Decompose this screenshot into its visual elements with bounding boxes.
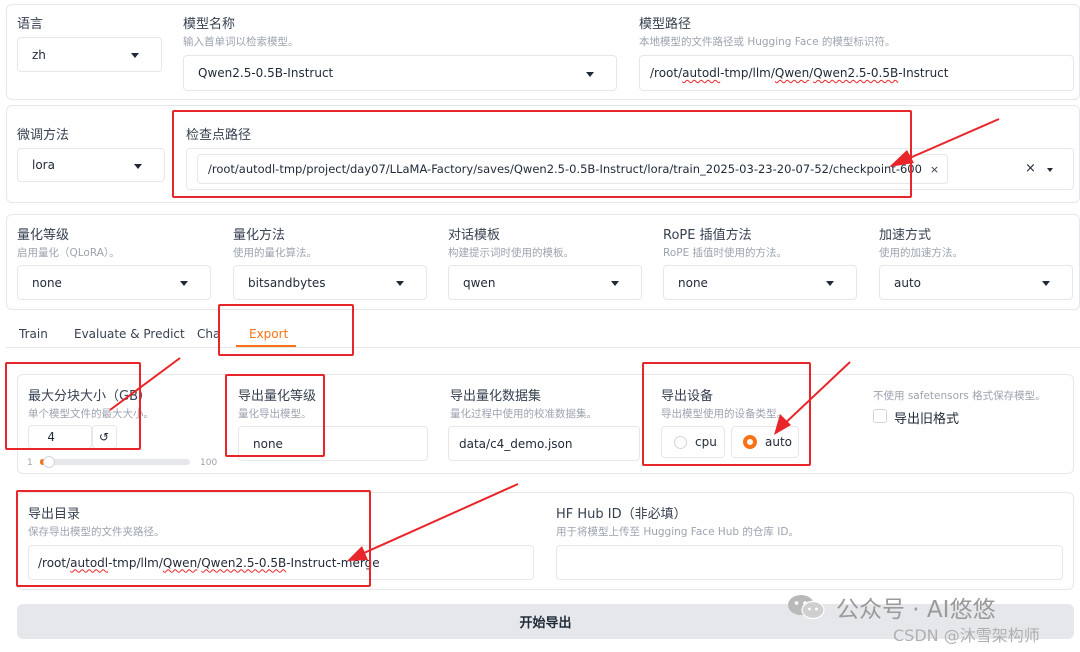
tab-export[interactable]: Export (249, 327, 288, 341)
hub-id-hint: 用于将模型上传至 Hugging Face Hub 的仓库 ID。 (556, 526, 799, 538)
finetune-value: lora (32, 158, 55, 172)
tab-evaluate-predict[interactable]: Evaluate & Predict (74, 327, 185, 341)
quant-bit-value: none (32, 275, 62, 290)
device-option-auto-label: auto (765, 435, 793, 449)
template-hint: 构建提示词时使用的模板。 (448, 247, 574, 259)
quant-method-select[interactable]: bitsandbytes (233, 265, 427, 300)
slider-thumb[interactable] (42, 456, 55, 468)
device-option-auto[interactable]: auto (731, 426, 799, 458)
device-option-cpu-label: cpu (695, 435, 717, 449)
checkpoint-multiselect[interactable]: /root/autodl-tmp/project/day07/LLaMA-Fac… (186, 148, 1074, 190)
quant-bit-label: 量化等级 (17, 228, 70, 243)
booster-hint: 使用的加速方法。 (879, 247, 963, 259)
quant-method-label: 量化方法 (233, 228, 286, 243)
language-value: zh (32, 47, 46, 62)
booster-label: 加速方式 (879, 228, 932, 243)
legacy-hint: 不使用 safetensors 格式保存模型。 (873, 390, 1046, 402)
template-select[interactable]: qwen (448, 265, 642, 300)
tab-train[interactable]: Train (19, 327, 48, 341)
legacy-checkbox[interactable] (873, 409, 887, 423)
export-dir-hint: 保存导出模型的文件夹路径。 (28, 526, 165, 538)
start-export-label: 开始导出 (519, 616, 572, 631)
slider-max-label: 100 (200, 458, 218, 468)
rope-label: RoPE 插值方法 (663, 228, 752, 243)
chevron-down-icon (586, 72, 594, 77)
shard-size-label: 最大分块大小（GB） (28, 389, 151, 404)
chevron-down-icon (396, 281, 404, 286)
model-path-label: 模型路径 (639, 17, 692, 32)
model-name-hint: 输入首单词以检索模型。 (183, 36, 299, 48)
finetune-label: 微调方法 (17, 128, 70, 143)
radio-checked-icon (743, 435, 757, 449)
export-quant-label: 导出量化等级 (238, 389, 317, 404)
rope-select[interactable]: none (663, 265, 857, 300)
shard-size-slider[interactable] (40, 456, 190, 468)
language-select[interactable]: zh (17, 37, 162, 72)
language-label: 语言 (17, 17, 44, 32)
reset-icon: ↺ (99, 430, 110, 444)
template-value: qwen (463, 275, 496, 290)
export-quant-select[interactable]: none (238, 426, 428, 461)
device-hint: 导出模型使用的设备类型。 (661, 408, 787, 420)
rope-hint: RoPE 插值时使用的方法。 (663, 247, 788, 259)
model-path-hint: 本地模型的文件路径或 Hugging Face 的模型标识符。 (639, 36, 896, 48)
model-name-value: Qwen2.5-0.5B-Instruct (198, 66, 334, 80)
quant-bit-hint: 启用量化（QLoRA）。 (17, 247, 120, 259)
chevron-down-icon (611, 281, 619, 286)
quant-bit-select[interactable]: none (17, 265, 211, 300)
quant-method-value: bitsandbytes (248, 275, 326, 290)
chevron-down-icon (131, 53, 139, 58)
quant-method-hint: 使用的量化算法。 (233, 247, 317, 259)
clear-icon[interactable]: × (1025, 161, 1036, 176)
model-path-value: /root/autodl-tmp/llm/Qwen/Qwen2.5-0.5B-I… (650, 66, 949, 80)
hub-id-label: HF Hub ID（非必填） (556, 507, 687, 522)
export-quant-value: none (253, 436, 283, 451)
hub-id-input[interactable] (556, 545, 1063, 580)
quant-dataset-label: 导出量化数据集 (450, 389, 542, 404)
checkpoint-label: 检查点路径 (186, 128, 252, 143)
quant-dataset-hint: 量化过程中使用的校准数据集。 (450, 408, 597, 420)
shard-size-input[interactable]: 4 (28, 425, 92, 449)
slider-min-label: 1 (27, 458, 33, 468)
tag-remove-icon[interactable]: × (930, 163, 939, 176)
model-name-label: 模型名称 (183, 17, 236, 32)
checkpoint-tag[interactable]: /root/autodl-tmp/project/day07/LLaMA-Fac… (197, 154, 949, 184)
export-quant-hint: 量化导出模型。 (238, 408, 312, 420)
device-label: 导出设备 (661, 389, 714, 404)
chevron-down-icon (134, 164, 142, 169)
checkpoint-tag-text: /root/autodl-tmp/project/day07/LLaMA-Fac… (208, 162, 922, 176)
booster-select[interactable]: auto (879, 265, 1073, 300)
chevron-down-icon (826, 281, 834, 286)
chevron-down-icon[interactable] (1047, 168, 1053, 172)
quant-dataset-input[interactable]: data/c4_demo.json (448, 426, 640, 461)
shard-size-value: 4 (47, 430, 55, 444)
rope-value: none (678, 275, 708, 290)
device-option-cpu[interactable]: cpu (661, 426, 725, 458)
chevron-down-icon (180, 281, 188, 286)
chevron-down-icon (1042, 281, 1050, 286)
template-label: 对话模板 (448, 228, 501, 243)
legacy-label: 导出旧格式 (894, 412, 960, 427)
export-dir-input[interactable]: /root/autodl-tmp/llm/Qwen/Qwen2.5-0.5B-I… (28, 545, 534, 580)
shard-size-reset-button[interactable]: ↺ (92, 425, 117, 449)
quant-dataset-value: data/c4_demo.json (459, 436, 573, 451)
radio-unchecked-icon (674, 435, 687, 449)
export-dir-value: /root/autodl-tmp/llm/Qwen/Qwen2.5-0.5B-I… (38, 555, 380, 570)
shard-size-hint: 单个模型文件的最大大小。 (28, 408, 154, 420)
watermark-line1: 公众号 · AI悠悠 (836, 597, 996, 623)
booster-value: auto (894, 275, 922, 290)
tab-divider (6, 347, 1080, 348)
model-name-select[interactable]: Qwen2.5-0.5B-Instruct (183, 55, 617, 91)
watermark-line2: CSDN @沐雪架构师 (893, 626, 1040, 645)
tab-chat-cover (219, 320, 239, 348)
model-path-input[interactable]: /root/autodl-tmp/llm/Qwen/Qwen2.5-0.5B-I… (639, 55, 1074, 91)
export-dir-label: 导出目录 (28, 507, 81, 522)
finetune-select[interactable]: lora (17, 148, 165, 182)
wechat-icon (787, 593, 825, 621)
